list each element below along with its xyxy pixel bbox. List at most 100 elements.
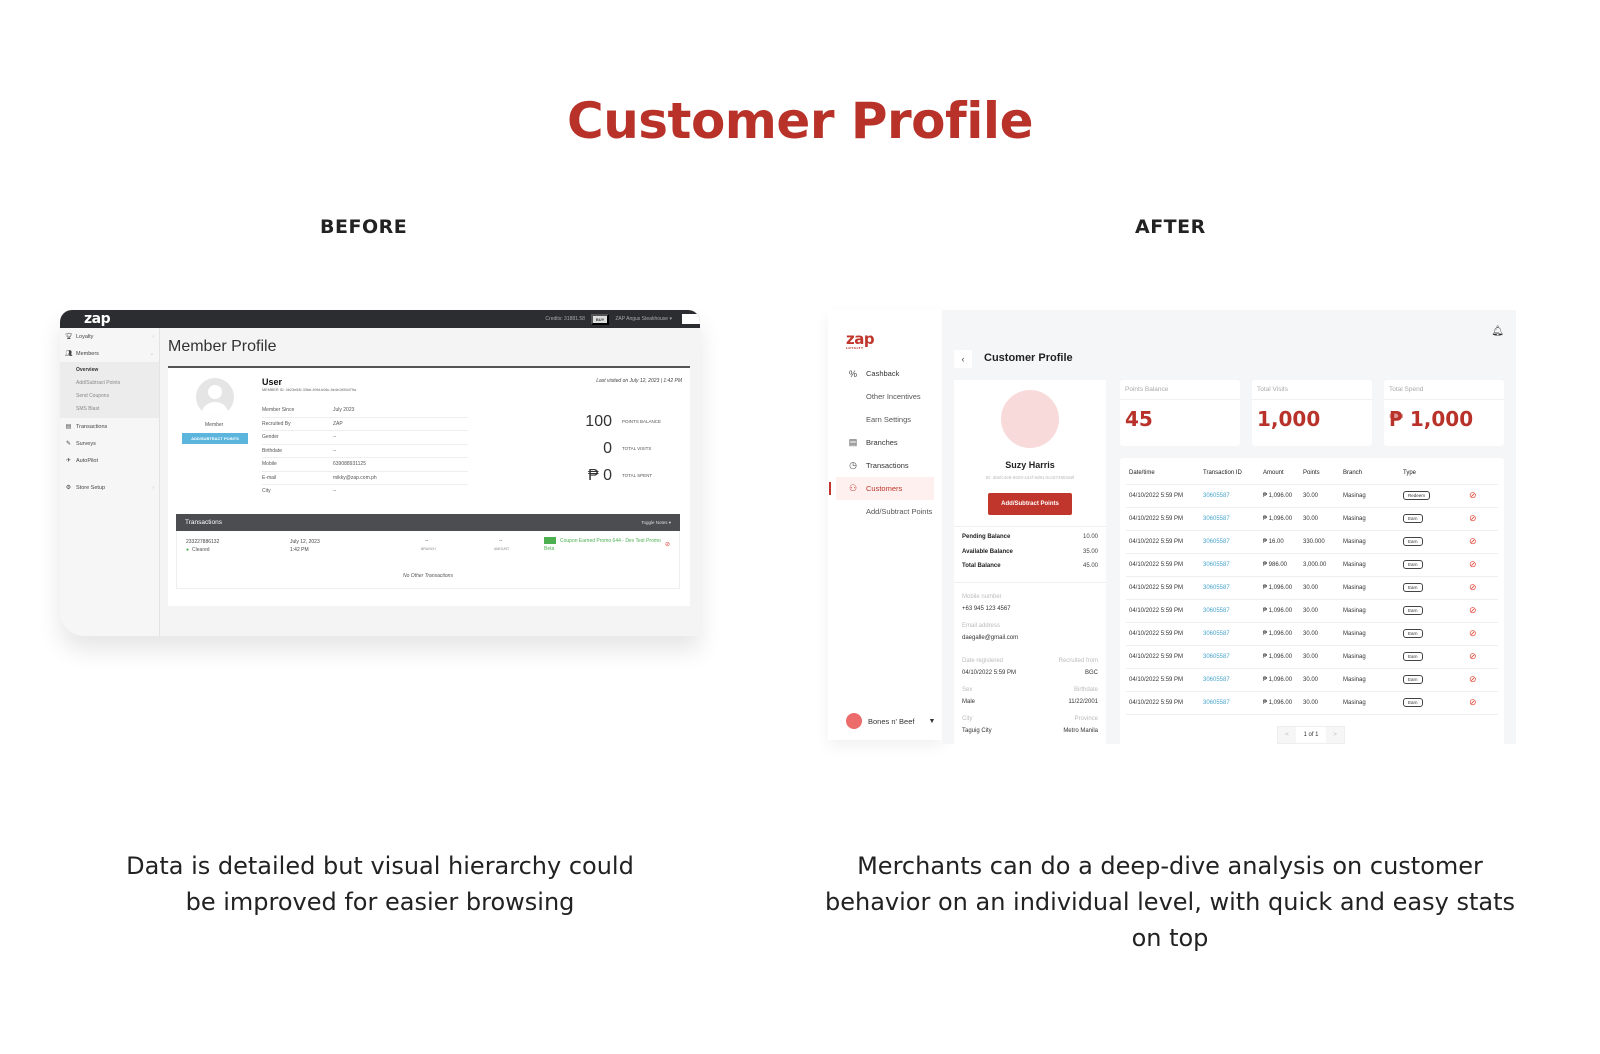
after-label: AFTER: [1135, 216, 1206, 238]
sidebar-item-branches[interactable]: ▤ Branches: [828, 431, 942, 454]
sidebar-item-add-subtract-points[interactable]: Add/Subtract Points: [828, 500, 942, 523]
void-icon[interactable]: ⊘: [1469, 628, 1477, 638]
back-button[interactable]: ‹: [954, 350, 972, 368]
void-icon[interactable]: ⊘: [1469, 559, 1477, 569]
cell-branch: Masinag: [1340, 691, 1400, 715]
cell-date: 04/10/2022 5:59 PM: [1126, 576, 1200, 600]
void-icon[interactable]: ⊘: [1469, 582, 1477, 592]
sidebar-item-transactions[interactable]: ◷ Transactions: [828, 454, 942, 477]
sidebar-item-members[interactable]: 👥︎ Members ⌄: [60, 345, 159, 362]
cell-actions: ⊘: [1466, 530, 1498, 554]
cell-points: 30.00: [1300, 599, 1340, 623]
member-fields: Member Since July 2023 Recruited By ZAP Ge…: [262, 404, 468, 499]
cell-date: 04/10/2022 5:59 PM: [1126, 645, 1200, 669]
percent-icon: %: [848, 368, 857, 379]
col-amount: Amount: [1260, 462, 1300, 485]
survey-icon: ✎: [65, 441, 72, 447]
store-selector[interactable]: ZAP Angus Steakhouse ▾: [615, 316, 672, 322]
cell-actions: ⊘: [1466, 622, 1498, 646]
cell-transaction-id[interactable]: 30605587: [1200, 530, 1260, 554]
field-row: Member Since July 2023: [262, 404, 468, 418]
next-page-button[interactable]: >: [1326, 727, 1344, 743]
cell-transaction-id[interactable]: 30605587: [1200, 691, 1260, 715]
sidebar-item-store-setup[interactable]: ⚙ Store Setup ›: [60, 479, 159, 496]
prev-page-button[interactable]: <: [1278, 727, 1296, 743]
sidebar-item-surveys[interactable]: ✎ Surveys: [60, 435, 159, 452]
submenu-overview[interactable]: Overview: [60, 364, 159, 377]
submenu-send-coupons[interactable]: Send Coupons: [60, 390, 159, 403]
void-icon[interactable]: ⊘: [665, 541, 670, 548]
cell-transaction-id[interactable]: 30605587: [1200, 668, 1260, 692]
city-label: City: [962, 716, 973, 722]
cell-transaction-id[interactable]: 30605587: [1200, 622, 1260, 646]
cell-points: 30.00: [1300, 622, 1340, 646]
sidebar-item-transactions[interactable]: ▤ Transactions: [60, 418, 159, 435]
cell-type: Earn: [1400, 691, 1466, 715]
mobile-value: +63 945 123 4567: [962, 606, 1011, 612]
add-subtract-points-button[interactable]: Add/Subtract Points: [988, 493, 1072, 515]
cell-transaction-id[interactable]: 30605587: [1200, 507, 1260, 531]
avatar: [1001, 390, 1059, 448]
user-menu-icon[interactable]: [682, 314, 700, 324]
table-row: 04/10/2022 5:59 PM 30605587 ₱ 1,096.00 30.0…: [1126, 484, 1498, 508]
submenu-add-subtract-points[interactable]: Add/Subtract Points: [60, 377, 159, 390]
transactions-panel: Transactions Toggle Notes ▾ 233227886132…: [176, 514, 680, 589]
sidebar-item-cashback[interactable]: % Cashback: [828, 362, 942, 385]
sidebar-item-customers[interactable]: ⚇ Customers: [829, 477, 934, 500]
amount-value: --: [499, 538, 503, 544]
mobile-label: Mobile number: [962, 594, 1002, 600]
transaction-date: July 12, 2023: [290, 539, 320, 545]
member-card: Member ADD/SUBTRACT POINTS User MEMBER I…: [168, 366, 690, 606]
cell-transaction-id[interactable]: 30605587: [1200, 484, 1260, 508]
cell-transaction-id[interactable]: 30605587: [1200, 645, 1260, 669]
void-icon[interactable]: ⊘: [1469, 536, 1477, 546]
total-balance: Total Balance 45.00: [962, 563, 1098, 569]
type-badge: Earn: [1403, 652, 1423, 661]
field-row: Recruited By ZAP: [262, 418, 468, 431]
void-icon[interactable]: ⊘: [1469, 605, 1477, 615]
cell-transaction-id[interactable]: 30605587: [1200, 576, 1260, 600]
add-subtract-points-button[interactable]: ADD/SUBTRACT POINTS: [182, 433, 248, 444]
buy-button[interactable]: BUY: [590, 313, 610, 325]
void-icon[interactable]: ⊘: [1469, 697, 1477, 707]
void-icon[interactable]: ⊘: [1469, 490, 1477, 500]
last-visited: Last visited on July 12, 2023 | 1:42 PM: [596, 378, 682, 384]
bell-icon[interactable]: 🔔︎: [1491, 326, 1504, 337]
user-name: User: [262, 377, 283, 387]
cell-transaction-id[interactable]: 30605587: [1200, 599, 1260, 623]
void-icon[interactable]: ⊘: [1469, 513, 1477, 523]
cell-type: Earn: [1400, 645, 1466, 669]
col-transaction-id: Transaction ID: [1200, 462, 1260, 485]
plane-icon: ✈: [65, 458, 72, 464]
transactions-header: Transactions Toggle Notes ▾: [176, 514, 680, 531]
void-icon[interactable]: ⊘: [1469, 651, 1477, 661]
sidebar-item-other-incentives[interactable]: Other Incentives: [828, 385, 942, 408]
cell-points: 3,000.00: [1300, 553, 1340, 577]
cell-date: 04/10/2022 5:59 PM: [1126, 484, 1200, 508]
store-selector[interactable]: Bones n' Beef ▼: [846, 713, 935, 729]
date-registered-label: Date registered: [962, 658, 1004, 664]
store-icon: ▤: [848, 437, 858, 447]
cell-transaction-id[interactable]: 30605587: [1200, 553, 1260, 577]
branch-value: --: [425, 538, 429, 544]
page-title: Customer Profile: [567, 92, 1033, 150]
field-row: Birthdate --: [262, 445, 468, 458]
submenu-sms-blast[interactable]: SMS Blast: [60, 403, 159, 416]
cell-actions: ⊘: [1466, 691, 1498, 715]
cell-branch: Masinag: [1340, 507, 1400, 531]
clock-icon: ◷: [849, 460, 857, 470]
cell-actions: ⊘: [1466, 507, 1498, 531]
table-row: 04/10/2022 5:59 PM 30605587 ₱ 1,096.00 30.0…: [1126, 668, 1498, 692]
sidebar-item-autopilot[interactable]: ✈ AutoPilot: [60, 452, 159, 469]
cell-actions: ⊘: [1466, 668, 1498, 692]
void-icon[interactable]: ⊘: [1469, 674, 1477, 684]
customer-name: Suzy Harris: [1005, 460, 1055, 470]
sidebar-item-earn-settings[interactable]: Earn Settings: [828, 408, 942, 431]
cell-date: 04/10/2022 5:59 PM: [1126, 530, 1200, 554]
transaction-row: 233227886132 Cleared July 12, 2023 1:42 …: [176, 531, 680, 589]
toggle-notes-button[interactable]: Toggle Notes ▾: [641, 520, 671, 526]
member-stats: 100 POINTS BALANCE 0 TOTAL VISITS ₱ 0 TOTAL…: [562, 408, 670, 489]
cell-amount: ₱ 1,096.00: [1260, 507, 1300, 531]
sidebar-item-loyalty[interactable]: 🏆︎ Loyalty ›: [60, 328, 159, 345]
cell-branch: Masinag: [1340, 668, 1400, 692]
